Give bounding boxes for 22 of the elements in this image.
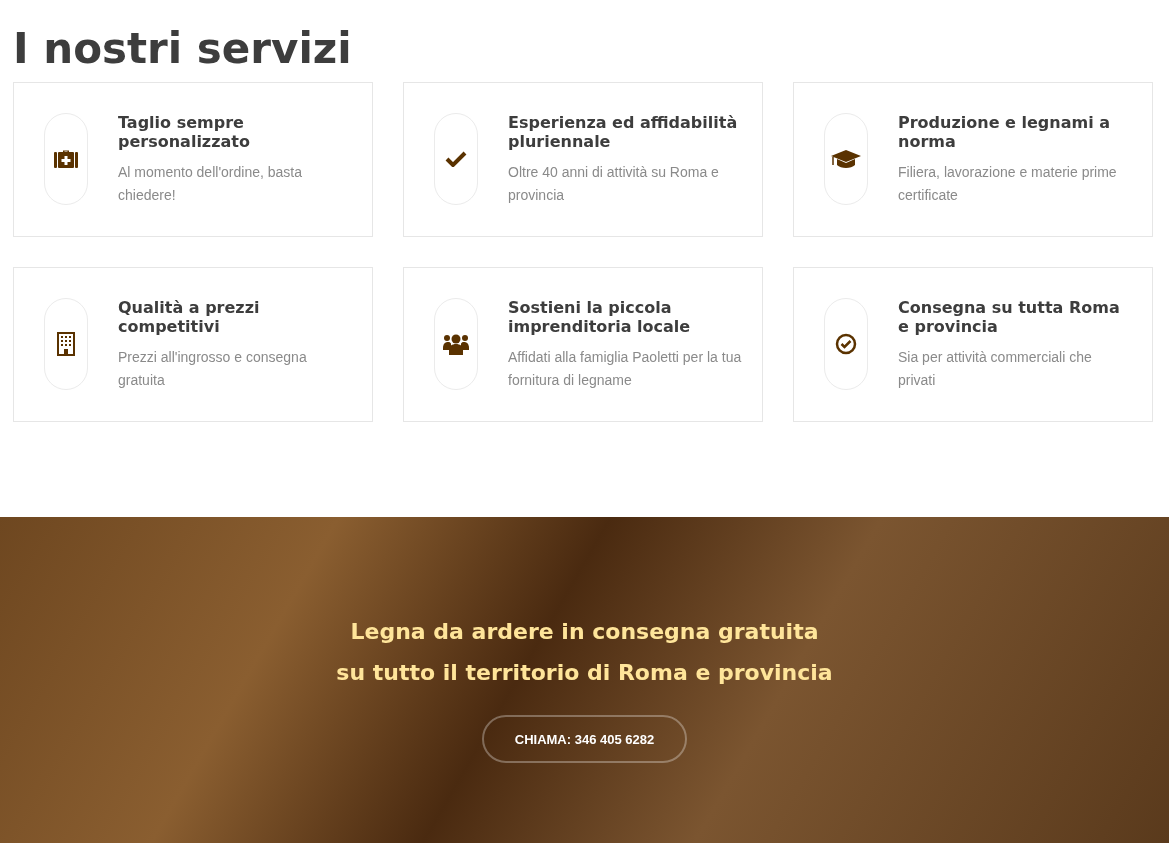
check-circle-icon: [835, 333, 857, 355]
section-heading: I nostri servizi: [13, 23, 353, 75]
briefcase-medical-icon: [54, 149, 78, 169]
service-description: Oltre 40 anni di attività su Roma e provincia: [508, 163, 720, 205]
graduation-cap-icon: [830, 149, 862, 169]
users-icon: [443, 333, 469, 355]
service-description: Prezzi all'ingrosso e consegna gratuita: [118, 348, 308, 390]
service-description: Al momento dell'ordine, basta chiedere!: [118, 163, 303, 205]
service-description: Filiera, lavorazione e materie prime certificate: [898, 163, 1118, 205]
banner-headline: Legna da ardere in consegna gratuita: [349, 618, 820, 646]
service-title: Taglio sempre personalizzato: [118, 113, 251, 151]
banner-headline: su tutto il territorio di Roma e provincia: [336, 659, 833, 687]
service-title: Produzione e legnami a norma: [898, 113, 1111, 151]
service-title: Sostieni la piccola imprenditoria locale: [508, 298, 692, 336]
service-description: Sia per attività commerciali che privati: [898, 348, 1093, 390]
service-title: Esperienza ed affidabilità pluriennale: [508, 113, 739, 151]
check-icon: [445, 151, 467, 167]
service-description: Affidati alla famiglia Paoletti per la tua fornitura di legname: [508, 348, 742, 390]
service-title: Consegna su tutta Roma e provincia: [898, 298, 1121, 336]
call-button[interactable]: CHIAMA: 346 405 6282: [482, 715, 687, 763]
service-title: Qualità a prezzi competitivi: [118, 298, 261, 336]
building-icon: [57, 332, 75, 356]
